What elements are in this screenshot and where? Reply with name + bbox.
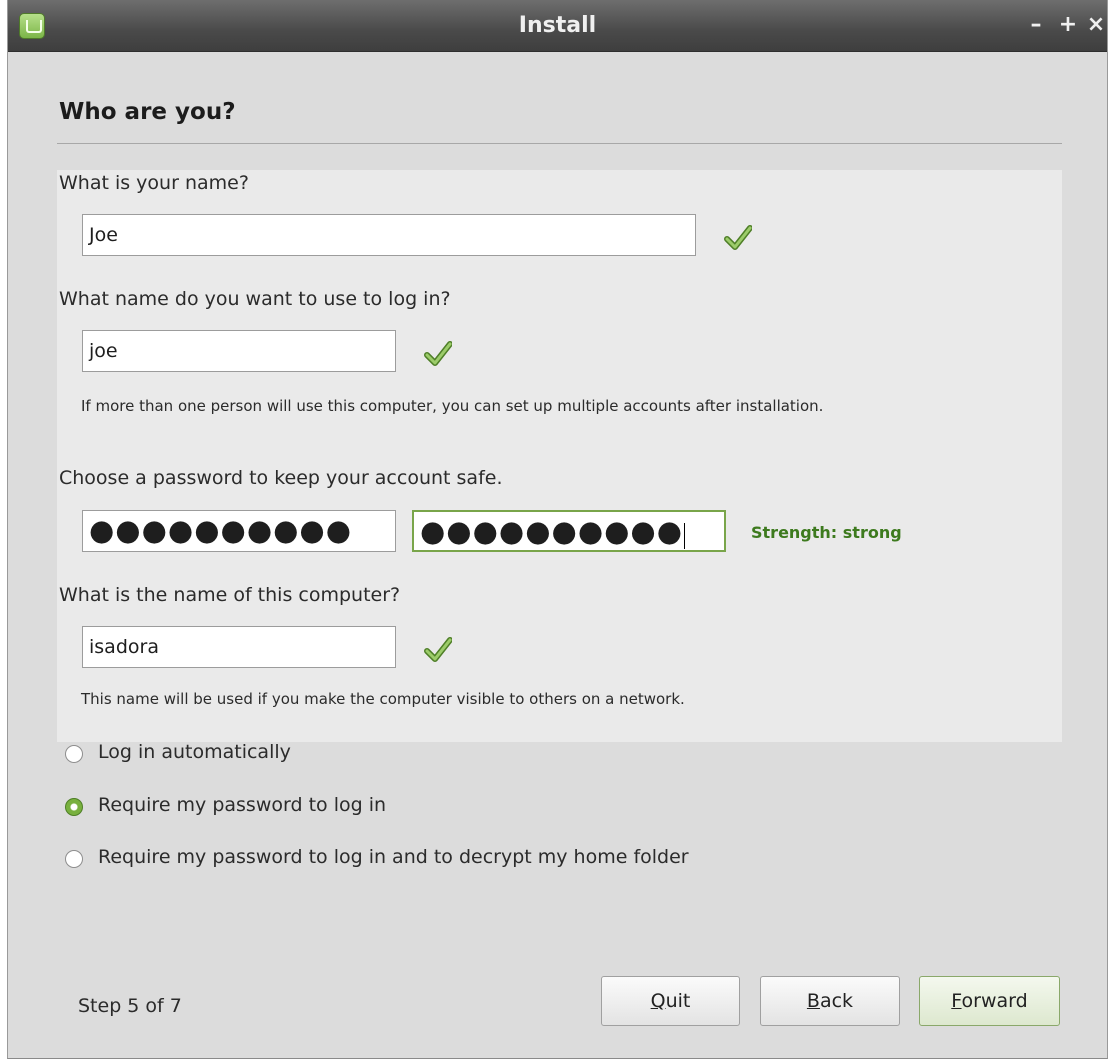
password-strength-label: Strength: strong bbox=[751, 523, 902, 542]
login-name-label: What name do you want to use to log in? bbox=[59, 288, 451, 310]
computer-name-label: What is the name of this computer? bbox=[59, 584, 401, 606]
user-info-panel: What is your name? Joe What name do you … bbox=[57, 170, 1062, 742]
name-valid-check-icon bbox=[724, 225, 752, 250]
minimize-button[interactable]: – bbox=[1023, 11, 1049, 39]
radio-label: Require my password to log in bbox=[98, 794, 387, 816]
page-title: Who are you? bbox=[59, 99, 236, 125]
forward-label-rest: orward bbox=[961, 990, 1028, 1012]
radio-button[interactable] bbox=[65, 745, 83, 763]
quit-label-rest: uit bbox=[665, 990, 691, 1012]
back-button[interactable]: Back bbox=[760, 976, 900, 1026]
login-hint: If more than one person will use this co… bbox=[81, 397, 824, 415]
quit-button[interactable]: Quit bbox=[601, 976, 740, 1026]
quit-mnemonic: Q bbox=[650, 990, 666, 1012]
window-title: Install bbox=[518, 13, 597, 38]
radio-button-selected[interactable] bbox=[65, 798, 83, 816]
close-button[interactable]: × bbox=[1083, 11, 1108, 39]
radio-label: Log in automatically bbox=[98, 741, 291, 763]
step-indicator: Step 5 of 7 bbox=[78, 995, 182, 1017]
name-field[interactable]: Joe bbox=[82, 214, 696, 256]
text-cursor bbox=[684, 522, 686, 549]
radio-button[interactable] bbox=[65, 850, 83, 868]
computer-valid-check-icon bbox=[424, 637, 452, 662]
confirm-password-mask: ●●●●●●●●●● bbox=[420, 514, 684, 548]
install-window: Install – + × Who are you? What is your … bbox=[7, 0, 1108, 1059]
forward-button[interactable]: Forward bbox=[919, 976, 1060, 1026]
password-field[interactable]: ●●●●●●●●●● bbox=[82, 510, 396, 552]
confirm-password-field[interactable]: ●●●●●●●●●● bbox=[412, 510, 726, 552]
login-name-field[interactable]: joe bbox=[82, 330, 396, 372]
require-password-encrypt-option[interactable]: Require my password to log in and to dec… bbox=[65, 844, 875, 874]
title-bar[interactable]: Install – + × bbox=[8, 0, 1107, 52]
radio-label: Require my password to log in and to dec… bbox=[98, 846, 689, 868]
back-label-rest: ack bbox=[819, 990, 854, 1012]
login-valid-check-icon bbox=[424, 341, 452, 366]
maximize-button[interactable]: + bbox=[1055, 11, 1081, 39]
password-label: Choose a password to keep your account s… bbox=[59, 467, 503, 489]
login-automatically-option[interactable]: Log in automatically bbox=[65, 739, 385, 769]
computer-name-hint: This name will be used if you make the c… bbox=[81, 690, 685, 708]
forward-mnemonic: F bbox=[951, 990, 962, 1012]
require-password-option[interactable]: Require my password to log in bbox=[65, 792, 485, 822]
heading-divider bbox=[57, 143, 1062, 144]
password-mask: ●●●●●●●●●● bbox=[89, 513, 353, 547]
name-label: What is your name? bbox=[59, 172, 249, 194]
back-mnemonic: B bbox=[806, 990, 820, 1012]
computer-name-field[interactable]: isadora bbox=[82, 626, 396, 668]
